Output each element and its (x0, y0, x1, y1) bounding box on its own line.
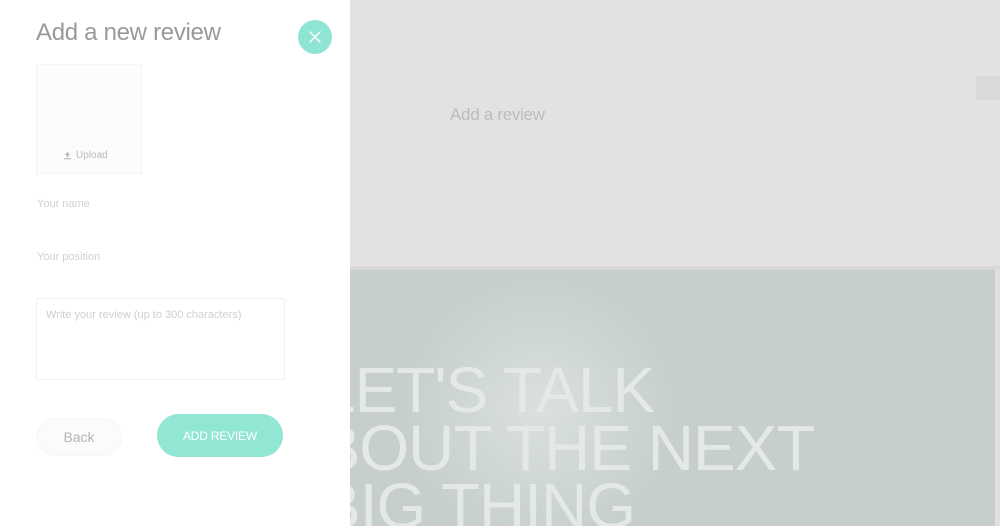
name-field[interactable]: Your name (37, 198, 90, 210)
upload-icon (63, 151, 72, 160)
review-textarea[interactable] (36, 298, 285, 380)
background-hero-edge (995, 270, 1000, 526)
hero-line-3: BIG THING (318, 470, 636, 526)
position-field[interactable]: Your position (37, 251, 100, 263)
add-review-button[interactable]: ADD REVIEW (157, 414, 283, 457)
close-icon (309, 31, 321, 43)
background-add-review-link: Add a review (450, 105, 545, 124)
back-button[interactable]: Back (36, 418, 122, 456)
add-review-modal: Add a new review Upload Your name Your p… (0, 0, 350, 526)
modal-title: Add a new review (36, 19, 221, 46)
upload-button[interactable]: Upload (63, 150, 108, 161)
close-button[interactable] (298, 20, 332, 54)
background-menu-button (976, 76, 1000, 100)
upload-label: Upload (76, 150, 108, 161)
